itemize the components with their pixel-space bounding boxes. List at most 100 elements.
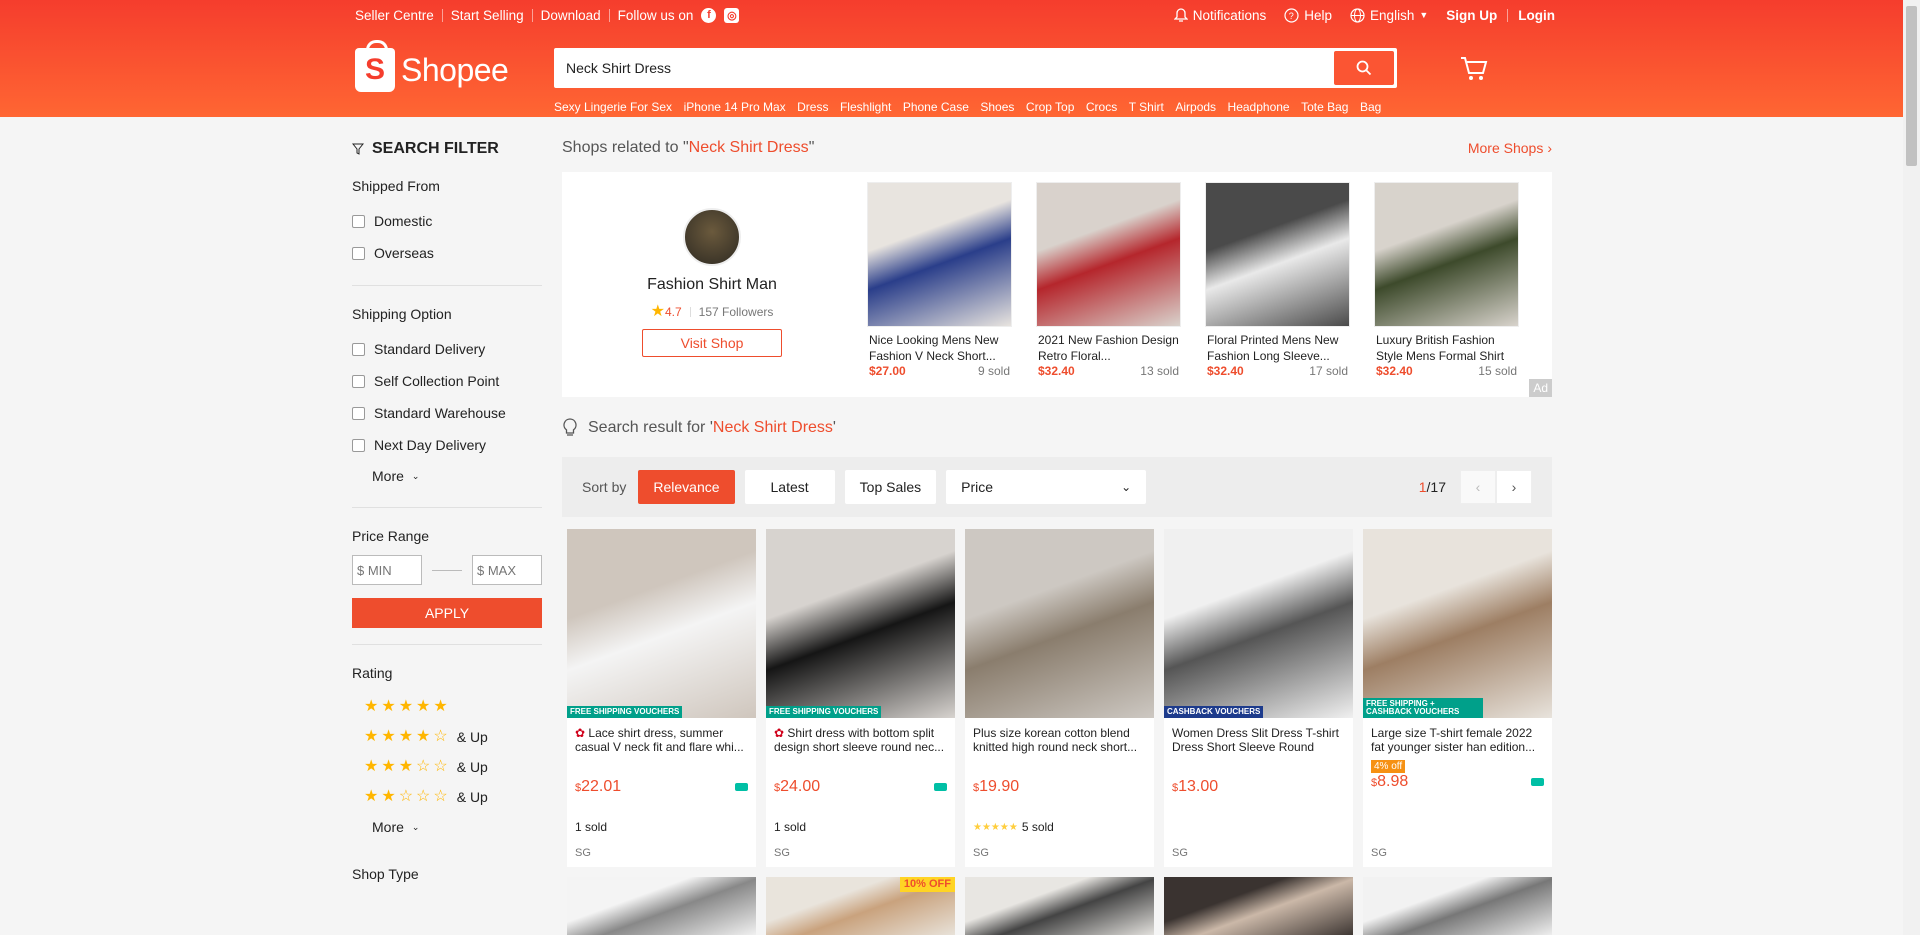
keyword-link[interactable]: Fleshlight — [840, 100, 891, 114]
visit-shop-button[interactable]: Visit Shop — [642, 329, 782, 357]
prev-page-button[interactable]: ‹ — [1460, 470, 1496, 504]
checkbox-standard-warehouse[interactable]: Standard Warehouse — [352, 397, 542, 429]
shop-ad-card[interactable]: Fashion Shirt Man ★4.7 157 Followers Vis… — [562, 172, 1552, 397]
product-image[interactable] — [1205, 182, 1350, 327]
sort-relevance-button[interactable]: Relevance — [638, 470, 735, 504]
shipping-more-button[interactable]: More ⌄ — [372, 461, 542, 491]
more-shops-link[interactable]: More Shops › — [1468, 140, 1552, 156]
product-image[interactable]: FREE SHIPPING VOUCHERS — [766, 529, 955, 718]
checkbox[interactable] — [352, 342, 365, 356]
product-card[interactable] — [1363, 877, 1552, 935]
rating-filter-5[interactable]: ★ ★ ★ ★ ★ — [364, 692, 542, 722]
instagram-icon[interactable]: ◎ — [724, 7, 740, 23]
page-indicator: 1/17 — [1419, 479, 1446, 495]
price-max-input[interactable] — [472, 555, 542, 585]
keyword-link[interactable]: Crop Top — [1026, 100, 1074, 114]
signup-link[interactable]: Sign Up — [1446, 8, 1497, 23]
shop-product-card[interactable]: Floral Printed Mens New Fashion Long Sle… — [1205, 182, 1350, 397]
product-sold: ★★★★★ 5 sold — [965, 820, 1062, 834]
star-filled-icon: ★ — [381, 788, 396, 805]
start-selling-link[interactable]: Start Selling — [451, 8, 524, 23]
seller-centre-link[interactable]: Seller Centre — [355, 8, 434, 23]
shop-name[interactable]: Fashion Shirt Man — [647, 276, 777, 294]
product-card[interactable] — [965, 877, 1154, 935]
product-card[interactable]: FREE SHIPPING VOUCHERS ✿ Shirt dress with… — [766, 529, 955, 867]
keyword-link[interactable]: Sexy Lingerie For Sex — [554, 100, 672, 114]
checkbox-label: Standard Delivery — [374, 341, 486, 357]
checkbox[interactable] — [352, 246, 365, 260]
product-image[interactable]: FREE SHIPPING VOUCHERS — [567, 529, 756, 718]
product-card[interactable]: Plus size korean cotton blend knitted hi… — [965, 529, 1154, 867]
login-link[interactable]: Login — [1518, 8, 1555, 23]
rating-filter-3[interactable]: ★ ★ ★ ☆ ☆ & Up — [364, 752, 542, 782]
cart-button[interactable] — [1460, 56, 1488, 85]
keyword-link[interactable]: Airpods — [1175, 100, 1216, 114]
product-card[interactable]: 10% OFF — [766, 877, 955, 935]
checkbox[interactable] — [352, 214, 365, 228]
checkbox[interactable] — [352, 406, 365, 420]
product-name-text: Lace shirt dress, summer casual V neck f… — [575, 726, 744, 754]
product-card[interactable] — [567, 877, 756, 935]
shop-product-card[interactable]: 2021 New Fashion Design Retro Floral... $… — [1036, 182, 1181, 397]
checkbox-overseas[interactable]: Overseas — [352, 237, 542, 269]
price-min-input[interactable] — [352, 555, 422, 585]
search-input[interactable] — [557, 60, 1334, 76]
product-card[interactable] — [1164, 877, 1353, 935]
sort-top-sales-button[interactable]: Top Sales — [844, 470, 937, 504]
checkbox[interactable] — [352, 438, 365, 452]
keyword-link[interactable]: iPhone 14 Pro Max — [684, 100, 786, 114]
keyword-link[interactable]: Crocs — [1086, 100, 1117, 114]
product-image[interactable] — [1374, 182, 1519, 327]
scrollbar-thumb[interactable] — [1906, 6, 1917, 166]
sort-bar: Sort by Relevance Latest Top Sales Price… — [562, 457, 1552, 517]
shop-info: Fashion Shirt Man ★4.7 157 Followers Vis… — [562, 172, 862, 397]
apply-button[interactable]: APPLY — [352, 598, 542, 628]
rating-filter-2[interactable]: ★ ★ ☆ ☆ ☆ & Up — [364, 782, 542, 812]
keyword-link[interactable]: Dress — [797, 100, 828, 114]
checkbox[interactable] — [352, 374, 365, 388]
discount-badge: 4% off — [1371, 760, 1406, 773]
star-icon: ★ — [650, 303, 665, 320]
keyword-link[interactable]: Shoes — [980, 100, 1014, 114]
product-name: ✿ Shirt dress with bottom split design s… — [766, 718, 955, 756]
rating-filter-4[interactable]: ★ ★ ★ ★ ☆ & Up — [364, 722, 542, 752]
keyword-link[interactable]: Bag — [1360, 100, 1381, 114]
checkbox-domestic[interactable]: Domestic — [352, 205, 542, 237]
product-image[interactable] — [965, 529, 1154, 718]
facebook-icon[interactable]: f — [701, 7, 717, 23]
keyword-link[interactable]: Headphone — [1228, 100, 1290, 114]
logo-text: Shopee — [401, 51, 509, 88]
next-page-button[interactable]: › — [1496, 470, 1532, 504]
product-image[interactable] — [1036, 182, 1181, 327]
sort-price-select[interactable]: Price ⌄ — [946, 470, 1147, 504]
product-card[interactable]: FREE SHIPPING VOUCHERS ✿ Lace shirt dress… — [567, 529, 756, 867]
shopee-logo[interactable]: S Shopee — [355, 40, 554, 95]
sort-latest-button[interactable]: Latest — [744, 470, 835, 504]
product-name: ✿ Lace shirt dress, summer casual V neck… — [567, 718, 756, 756]
shop-avatar[interactable] — [683, 208, 741, 266]
download-link[interactable]: Download — [541, 8, 601, 23]
rating-title: Rating — [352, 665, 393, 681]
scrollbar[interactable] — [1903, 0, 1920, 935]
checkbox-self-collection[interactable]: Self Collection Point — [352, 365, 542, 397]
product-image[interactable]: CASHBACK VOUCHERS — [1164, 529, 1353, 718]
product-card[interactable]: FREE SHIPPING + CASHBACK VOUCHERS Large s… — [1363, 529, 1552, 867]
keyword-link[interactable]: Tote Bag — [1301, 100, 1348, 114]
product-card[interactable]: CASHBACK VOUCHERS Women Dress Slit Dress … — [1164, 529, 1353, 867]
search-button[interactable] — [1334, 51, 1394, 85]
star-filled-icon: ★ — [381, 698, 396, 715]
rating-more-button[interactable]: More ⌄ — [372, 812, 542, 842]
product-image[interactable] — [867, 182, 1012, 327]
checkbox-standard-delivery[interactable]: Standard Delivery — [352, 333, 542, 365]
product-price: $32.40 — [1376, 364, 1413, 378]
shop-product-card[interactable]: Luxury British Fashion Style Mens Formal… — [1374, 182, 1519, 397]
language-selector[interactable]: English ▼ — [1350, 8, 1428, 23]
shop-product-card[interactable]: Nice Looking Mens New Fashion V Neck Sho… — [867, 182, 1012, 397]
star-filled-icon: ★ — [364, 788, 379, 805]
notifications-link[interactable]: Notifications — [1173, 8, 1266, 23]
product-image[interactable]: FREE SHIPPING + CASHBACK VOUCHERS — [1363, 529, 1552, 718]
keyword-link[interactable]: T Shirt — [1129, 100, 1164, 114]
keyword-link[interactable]: Phone Case — [903, 100, 969, 114]
checkbox-next-day-delivery[interactable]: Next Day Delivery — [352, 429, 542, 461]
help-link[interactable]: ? Help — [1284, 8, 1332, 23]
